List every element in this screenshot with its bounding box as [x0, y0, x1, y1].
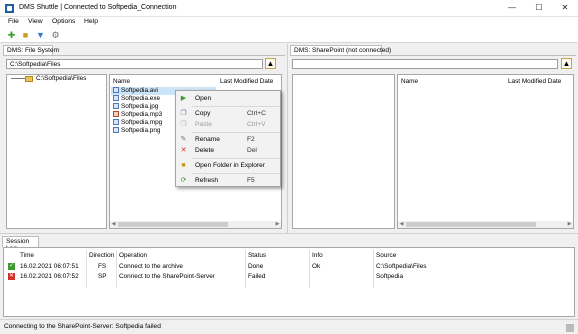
file-item[interactable]: Softpedia.mp3: [113, 111, 162, 119]
col-header-name[interactable]: Name: [401, 78, 418, 85]
settings-gear-icon[interactable]: ⚙: [50, 30, 61, 41]
menu-file[interactable]: File: [8, 18, 19, 25]
context-menu: ▶ Open ❐ Copy Ctrl+C ❐ Paste Ctrl+V ✎ Re…: [175, 90, 281, 187]
context-item-rename[interactable]: ✎ Rename F2: [177, 134, 279, 145]
file-item[interactable]: Softpedia.mpg: [113, 119, 162, 127]
col-time[interactable]: Time: [20, 252, 34, 259]
app-icon: [5, 4, 14, 13]
menu-options[interactable]: Options: [52, 18, 75, 25]
rename-icon: ✎: [180, 136, 187, 143]
scrollbar-thumb[interactable]: [406, 222, 536, 227]
left-path-input[interactable]: C:\Softpedia\Files: [6, 59, 263, 69]
folder-tree: C:\Softpedia\Files: [6, 74, 107, 229]
minimize-icon[interactable]: —: [501, 2, 523, 14]
col-info[interactable]: Info: [312, 252, 323, 259]
success-check-icon: ✓: [8, 263, 15, 270]
panel-divider: [3, 55, 285, 56]
session-log-table: Time Direction Operation Status Info Sou…: [3, 247, 575, 317]
menu-separator: [192, 106, 280, 107]
paste-icon: ❐: [180, 121, 187, 128]
log-row[interactable]: ✕ 16.02.2021 06:07:52 SP Connect to the …: [4, 272, 574, 282]
title-bar: DMS Shuttle | Connected to Softpedia_Con…: [0, 0, 578, 17]
right-path-input[interactable]: [292, 59, 558, 69]
col-header-date[interactable]: Last Modified Date: [220, 78, 273, 85]
scroll-right-icon[interactable]: ▶: [566, 221, 573, 228]
open-folder-icon[interactable]: ■: [20, 30, 31, 41]
maximize-icon[interactable]: ☐: [528, 2, 550, 14]
video-file-icon: [113, 87, 119, 93]
menu-separator: [192, 173, 280, 174]
vertical-splitter[interactable]: [287, 44, 288, 234]
right-browse-folder-icon[interactable]: ▲: [561, 58, 572, 69]
horizontal-scrollbar[interactable]: ◀ ▶: [398, 221, 573, 228]
scrollbar-thumb[interactable]: [118, 222, 228, 227]
video-file-icon: [113, 119, 119, 125]
error-x-icon: ✕: [8, 273, 15, 280]
folder-icon: [25, 76, 33, 82]
new-document-icon[interactable]: ✚: [6, 30, 17, 41]
image-file-icon: [113, 127, 119, 133]
menu-view[interactable]: View: [28, 18, 43, 25]
panel-divider: [290, 55, 576, 56]
context-item-open[interactable]: ▶ Open: [177, 93, 279, 104]
audio-file-icon: [113, 111, 119, 117]
copy-icon: ❐: [180, 110, 187, 117]
col-direction[interactable]: Direction: [89, 252, 114, 259]
context-item-refresh[interactable]: ⟳ Refresh F5: [177, 175, 279, 186]
context-item-delete[interactable]: ✕ Delete Del: [177, 145, 279, 156]
sharepoint-tree: [292, 74, 395, 229]
menu-separator: [192, 158, 280, 159]
col-source[interactable]: Source: [376, 252, 396, 259]
refresh-icon: ⟳: [180, 177, 187, 184]
image-file-icon: [113, 103, 119, 109]
col-header-name[interactable]: Name: [113, 78, 130, 85]
scroll-left-icon[interactable]: ◀: [110, 221, 117, 228]
scroll-left-icon[interactable]: ◀: [398, 221, 405, 228]
col-header-date[interactable]: Last Modified Date: [508, 78, 561, 85]
resize-grip-icon[interactable]: [566, 324, 574, 332]
col-status[interactable]: Status: [248, 252, 266, 259]
file-item[interactable]: Softpedia.exe: [113, 95, 160, 103]
toolbar: ✚ ■ ▼ ⚙: [0, 28, 578, 43]
horizontal-splitter[interactable]: [0, 233, 578, 234]
filter-icon[interactable]: ▼: [35, 30, 46, 41]
col-operation[interactable]: Operation: [119, 252, 147, 259]
file-item[interactable]: Softpedia.jpg: [113, 103, 158, 111]
menu-separator: [192, 132, 280, 133]
scroll-right-icon[interactable]: ▶: [274, 221, 281, 228]
left-browse-folder-icon[interactable]: ▲: [265, 58, 276, 69]
close-icon[interactable]: ✕: [554, 2, 576, 14]
explorer-icon: ■: [181, 162, 186, 169]
horizontal-scrollbar[interactable]: ◀ ▶: [110, 221, 281, 228]
context-item-open-folder[interactable]: ■ Open Folder in Explorer: [177, 160, 279, 171]
context-item-copy[interactable]: ❐ Copy Ctrl+C: [177, 108, 279, 119]
file-item[interactable]: Softpedia.avi: [113, 87, 158, 95]
menu-bar: File View Options Help: [0, 17, 578, 28]
status-text: Connecting to the SharePoint-Server: Sof…: [4, 323, 161, 330]
exe-file-icon: [113, 95, 119, 101]
file-item[interactable]: Softpedia.png: [113, 127, 160, 135]
tab-session-log[interactable]: Session Log: [2, 236, 39, 252]
context-item-paste[interactable]: ❐ Paste Ctrl+V: [177, 119, 279, 130]
right-file-list: Name Last Modified Date ◀ ▶: [397, 74, 574, 229]
open-icon: ▶: [180, 95, 187, 102]
tree-item-files[interactable]: C:\Softpedia\Files: [36, 75, 86, 82]
window-title: DMS Shuttle | Connected to Softpedia_Con…: [19, 4, 177, 11]
log-row[interactable]: ✓ 16.02.2021 06:07:51 FS Connect to the …: [4, 262, 574, 272]
delete-icon: ✕: [180, 147, 187, 154]
menu-help[interactable]: Help: [84, 18, 98, 25]
status-bar: Connecting to the SharePoint-Server: Sof…: [0, 319, 578, 334]
